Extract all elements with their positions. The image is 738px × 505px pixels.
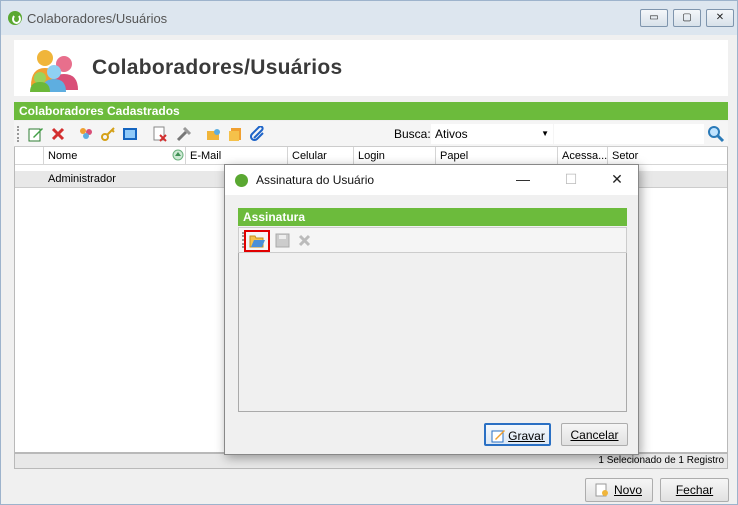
busca-value: Ativos <box>435 127 468 141</box>
key-icon[interactable] <box>100 126 116 142</box>
open-file-button[interactable] <box>244 230 270 252</box>
dialog-toolbar <box>238 227 627 253</box>
search-input[interactable] <box>554 124 704 144</box>
open-folder-icon <box>249 235 265 248</box>
save-icon[interactable] <box>275 233 290 248</box>
dialog-close-button[interactable]: ✕ <box>609 171 625 187</box>
cancelar-button[interactable]: Cancelar <box>561 423 628 446</box>
tools-icon[interactable] <box>176 126 192 142</box>
close-button[interactable]: ✕ <box>706 9 734 27</box>
dialog-panel-header: Assinatura <box>238 208 627 226</box>
delete-icon[interactable] <box>297 233 312 248</box>
folders-icon[interactable] <box>228 126 244 142</box>
toolbar-grip[interactable] <box>17 126 19 142</box>
edit-icon[interactable] <box>28 126 44 142</box>
user-folder-icon[interactable] <box>206 126 222 142</box>
panel-header: Colaboradores Cadastrados <box>14 102 728 120</box>
page-title: Colaboradores/Usuários <box>92 56 343 79</box>
page-header: Colaboradores/Usuários <box>14 40 728 96</box>
window-titlebar: Colaboradores/Usuários ▭ ▢ ✕ <box>1 1 737 35</box>
minimize-button[interactable]: ▭ <box>640 9 668 27</box>
sign-icon <box>491 430 505 443</box>
app-logo-icon <box>8 11 22 25</box>
status-text: 1 Selecionado de 1 Registro <box>598 455 724 466</box>
cell-nome: Administrador <box>48 173 116 185</box>
gravar-button[interactable]: Gravar <box>484 423 551 446</box>
signature-dialog: Assinatura do Usuário — ☐ ✕ Assinatura G… <box>224 164 639 455</box>
fechar-button[interactable]: Fechar <box>660 478 729 502</box>
cancelar-label: Cancelar <box>570 428 619 442</box>
main-toolbar: Busca: Ativos ▼ <box>14 121 728 147</box>
dialog-maximize-button[interactable]: ☐ <box>563 171 579 187</box>
search-icon[interactable] <box>707 125 725 143</box>
maximize-button[interactable]: ▢ <box>673 9 701 27</box>
remove-document-icon[interactable] <box>152 126 168 142</box>
window-title: Colaboradores/Usuários <box>27 11 168 26</box>
busca-select[interactable]: Ativos ▼ <box>431 124 553 144</box>
column-header-login[interactable]: Login <box>353 147 435 165</box>
column-header-nome[interactable]: Nome <box>43 147 170 165</box>
column-header-celular[interactable]: Celular <box>287 147 353 165</box>
attach-icon[interactable] <box>250 126 266 142</box>
dialog-title: Assinatura do Usuário <box>256 173 375 187</box>
dialog-titlebar: Assinatura do Usuário — ☐ ✕ <box>225 165 638 195</box>
chevron-down-icon: ▼ <box>541 129 549 138</box>
column-header-papel[interactable]: Papel <box>435 147 557 165</box>
status-bar: 1 Selecionado de 1 Registro <box>14 453 728 469</box>
fechar-label: Fechar <box>675 483 714 497</box>
group-icon[interactable] <box>78 126 94 142</box>
column-header-setor[interactable]: Setor <box>607 147 727 165</box>
new-document-icon <box>595 483 608 497</box>
dialog-minimize-button[interactable]: — <box>515 171 531 187</box>
picture-icon[interactable] <box>122 126 138 142</box>
column-header-acessa[interactable]: Acessa... <box>557 147 607 165</box>
users-icon <box>30 50 78 92</box>
busca-label: Busca: <box>394 127 431 141</box>
novo-button[interactable]: Novo <box>585 478 653 502</box>
delete-icon[interactable] <box>50 126 66 142</box>
column-header-email[interactable]: E-Mail <box>185 147 287 165</box>
signature-area[interactable] <box>238 253 627 412</box>
grid-header: Nome E-Mail Celular Login Papel Acessa..… <box>15 147 727 165</box>
sort-asc-icon <box>172 149 184 161</box>
app-logo-icon <box>235 174 248 187</box>
